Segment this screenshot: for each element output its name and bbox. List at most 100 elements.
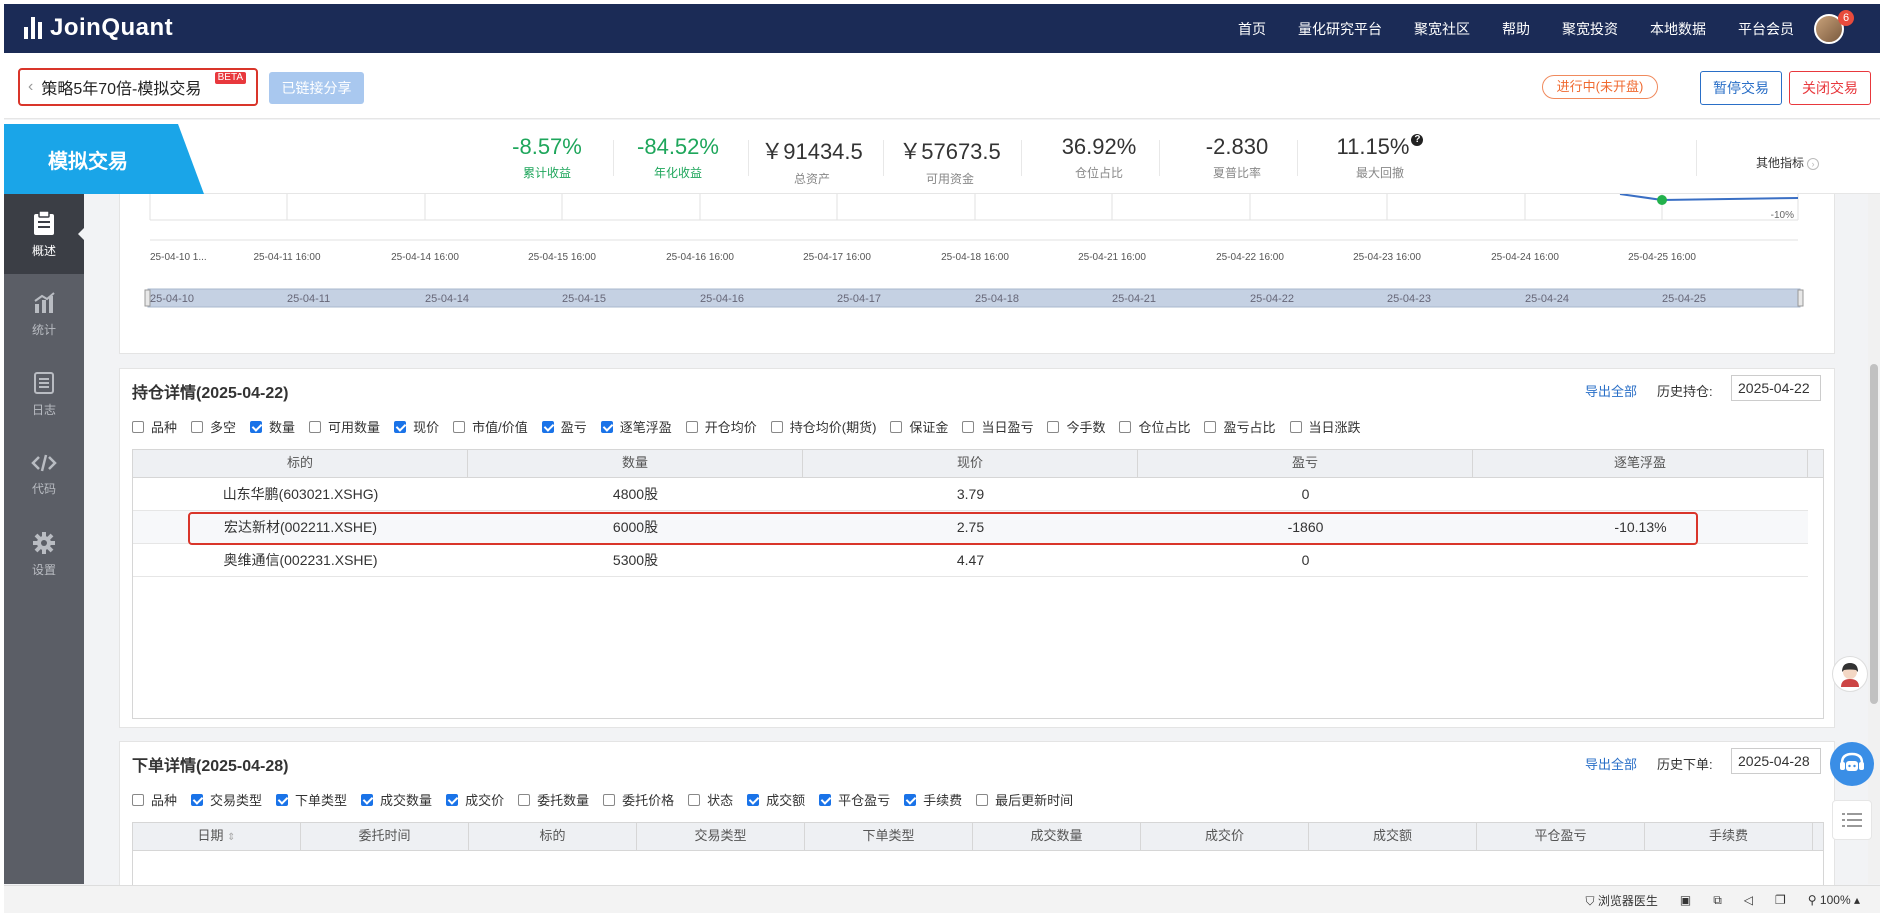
positions-date-input[interactable]	[1731, 375, 1821, 401]
toggle-filled-price[interactable]: 成交价	[446, 790, 504, 809]
toggle-commission[interactable]: 手续费	[904, 790, 962, 809]
column-header[interactable]: 手续费	[1645, 823, 1813, 850]
column-header[interactable]: 委托时间	[301, 823, 469, 850]
toggle-last-update[interactable]: 最后更新时间	[976, 790, 1073, 809]
toggle-pnl-ratio[interactable]: 盈亏占比	[1204, 417, 1276, 436]
assistant-avatar-icon[interactable]	[1832, 656, 1868, 692]
column-header[interactable]: 盈亏	[1138, 450, 1473, 477]
table-row[interactable]: 奥维通信(002231.XSHE) 5300股 4.47 0	[133, 544, 1808, 577]
speaker-icon[interactable]: ◁	[1744, 893, 1753, 907]
sidebar-item-stats[interactable]: 统计	[4, 274, 84, 354]
scrollbar-thumb[interactable]	[1870, 364, 1878, 704]
checkbox[interactable]	[1204, 420, 1217, 433]
checkbox[interactable]	[962, 420, 975, 433]
column-header[interactable]: 标的	[469, 823, 637, 850]
browser-doctor-button[interactable]: ⛉ 浏览器医生	[1585, 892, 1657, 909]
nav-link-help[interactable]: 帮助	[1502, 19, 1530, 39]
toggle-position-ratio[interactable]: 仓位占比	[1119, 417, 1190, 436]
toggle-variety[interactable]: 品种	[132, 790, 177, 809]
checkbox[interactable]	[361, 793, 374, 806]
toggle-close-pnl[interactable]: 平仓盈亏	[819, 790, 890, 809]
column-header[interactable]: 现价	[803, 450, 1138, 477]
equity-point[interactable]	[1657, 195, 1667, 205]
sidebar-item-log[interactable]: 日志	[4, 354, 84, 434]
checkbox[interactable]	[1119, 420, 1132, 433]
toggle-margin[interactable]: 保证金	[890, 417, 948, 436]
toggle-trade-type[interactable]: 交易类型	[191, 790, 262, 809]
checkbox[interactable]	[747, 793, 760, 806]
toggle-quantity[interactable]: 数量	[250, 417, 295, 436]
logo[interactable]: JoinQuant	[24, 14, 173, 42]
column-header[interactable]: 标的	[133, 450, 468, 477]
checkbox[interactable]	[518, 793, 531, 806]
nav-link-invest[interactable]: 聚宽投资	[1562, 19, 1618, 39]
toggle-turnover[interactable]: 成交额	[747, 790, 805, 809]
sidebar-item-overview[interactable]: 概述	[4, 194, 84, 274]
split-view-icon[interactable]: ⧉	[1713, 893, 1722, 908]
toggle-floating-pnl[interactable]: 逐笔浮盈	[600, 417, 672, 436]
toggle-open-avg-price[interactable]: 开仓均价	[685, 417, 757, 436]
checkbox[interactable]	[453, 420, 466, 433]
nav-link-home[interactable]: 首页	[1238, 19, 1266, 39]
toggle-order-type[interactable]: 下单类型	[276, 790, 347, 809]
checkbox[interactable]	[132, 793, 144, 806]
nav-link-membership[interactable]: 平台会员	[1738, 19, 1794, 39]
sidebar-item-settings[interactable]: 设置	[4, 514, 84, 594]
toggle-price[interactable]: 现价	[394, 417, 439, 436]
checkbox[interactable]	[688, 793, 701, 806]
customer-service-icon[interactable]	[1830, 742, 1874, 786]
nav-link-research[interactable]: 量化研究平台	[1298, 19, 1382, 39]
column-header[interactable]: 数量	[468, 450, 803, 477]
toggle-variety[interactable]: 品种	[132, 417, 177, 436]
other-metrics-link[interactable]: 其他指标 ›	[1756, 154, 1820, 171]
checkbox[interactable]	[132, 420, 144, 433]
toggle-daily-change[interactable]: 当日涨跌	[1289, 417, 1361, 436]
nav-link-local-data[interactable]: 本地数据	[1650, 19, 1706, 39]
window-icon[interactable]: ❐	[1775, 893, 1786, 907]
toggle-order-quantity[interactable]: 委托数量	[518, 790, 589, 809]
checkbox[interactable]	[191, 420, 204, 433]
checkbox[interactable]	[819, 793, 832, 806]
sidebar-item-code[interactable]: 代码	[4, 434, 84, 514]
checkbox[interactable]	[1047, 420, 1060, 433]
list-menu-icon[interactable]	[1832, 800, 1872, 840]
toggle-pnl[interactable]: 盈亏	[541, 417, 587, 436]
pause-trading-button[interactable]: 暂停交易	[1700, 71, 1782, 105]
toggle-filled-quantity[interactable]: 成交数量	[361, 790, 432, 809]
share-button[interactable]: 已链接分享	[269, 72, 364, 104]
checkbox[interactable]	[309, 420, 322, 433]
column-header[interactable]: 成交额	[1309, 823, 1477, 850]
checkbox[interactable]	[276, 793, 289, 806]
toggle-hold-avg-price[interactable]: 持仓均价(期货)	[770, 417, 876, 436]
briefcase-icon[interactable]: ▣	[1680, 893, 1691, 907]
checkbox[interactable]	[770, 420, 783, 433]
checkbox[interactable]	[976, 793, 989, 806]
close-trading-button[interactable]: 关闭交易	[1789, 71, 1871, 105]
column-header[interactable]: 成交数量	[973, 823, 1141, 850]
checkbox[interactable]	[600, 420, 613, 433]
column-header[interactable]: 交易类型	[637, 823, 805, 850]
column-header[interactable]: 逐笔浮盈	[1473, 450, 1808, 477]
nav-link-community[interactable]: 聚宽社区	[1414, 19, 1470, 39]
toggle-today-lots[interactable]: 今手数	[1047, 417, 1105, 436]
export-all-orders-link[interactable]: 导出全部	[1585, 754, 1637, 773]
checkbox[interactable]	[603, 793, 616, 806]
checkbox[interactable]	[890, 420, 903, 433]
column-header[interactable]: 成交价	[1141, 823, 1309, 850]
checkbox[interactable]	[394, 420, 407, 433]
zoom-control[interactable]: ⚲ 100% ▴	[1808, 893, 1860, 907]
checkbox[interactable]	[685, 420, 698, 433]
toggle-market-value[interactable]: 市值/价值	[453, 417, 528, 436]
toggle-order-price[interactable]: 委托价格	[603, 790, 674, 809]
checkbox[interactable]	[1289, 420, 1302, 433]
checkbox[interactable]	[541, 420, 554, 433]
column-header[interactable]: 下单类型	[805, 823, 973, 850]
toggle-status[interactable]: 状态	[688, 790, 733, 809]
orders-date-input[interactable]	[1731, 748, 1821, 774]
range-handle-right[interactable]	[1797, 289, 1804, 307]
help-icon[interactable]: ?	[1411, 134, 1424, 146]
page-scrollbar[interactable]	[1868, 194, 1880, 884]
export-all-positions-link[interactable]: 导出全部	[1585, 381, 1637, 400]
column-header[interactable]: 日期 ⇕	[133, 823, 301, 850]
checkbox[interactable]	[191, 793, 204, 806]
